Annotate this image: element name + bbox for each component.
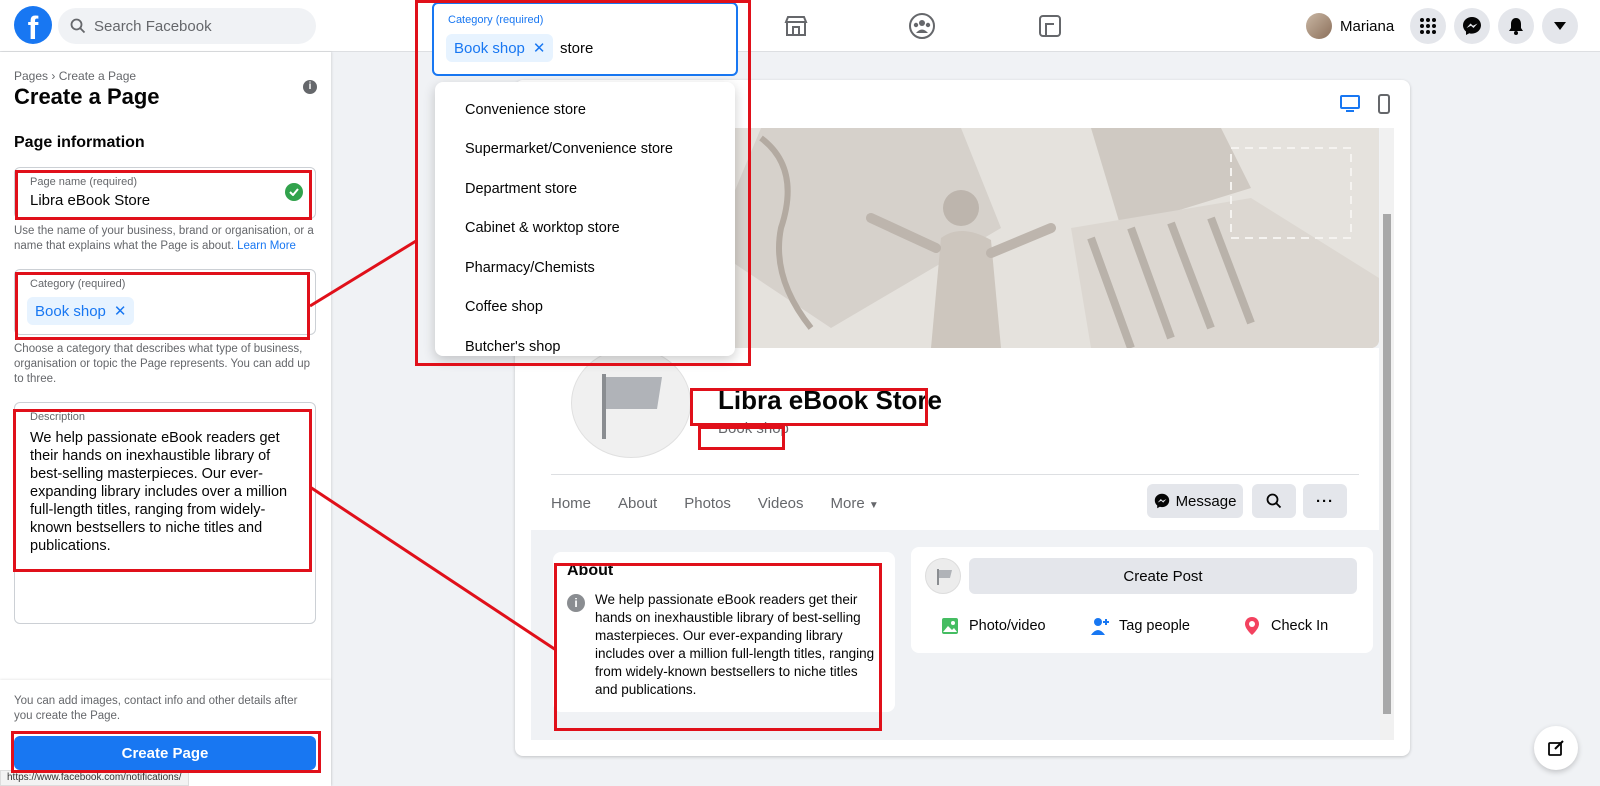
category-chip[interactable]: Book shop ✕ — [27, 297, 135, 325]
notifications-button[interactable] — [1498, 8, 1534, 44]
bell-icon — [1509, 18, 1523, 35]
description-value[interactable]: We help passionate eBook readers get the… — [30, 429, 302, 555]
suggestion-item[interactable]: Supermarket/Convenience store — [435, 130, 735, 170]
category-search-field[interactable]: Category (required) Book shop ✕ — [432, 2, 738, 76]
info-icon: i — [567, 594, 585, 612]
message-button[interactable]: Message — [1147, 484, 1243, 518]
page-profile-picture — [571, 348, 691, 458]
avatar — [925, 558, 961, 594]
category-chip-label: Book shop — [35, 302, 106, 320]
search-icon — [1266, 493, 1282, 509]
grid-menu-icon — [1420, 18, 1436, 34]
about-card: About i We help passionate eBook readers… — [553, 552, 895, 712]
preview-category: Book shop — [718, 420, 789, 437]
messenger-icon — [1463, 17, 1481, 35]
tag-people-button[interactable]: Tag people — [1089, 615, 1190, 637]
category-helper: Choose a category that describes what ty… — [14, 343, 311, 385]
page-tabs: Home About Photos Videos More ▼ — [551, 495, 906, 512]
suggestion-item[interactable]: Convenience store — [435, 90, 735, 130]
category-chip-label: Book shop — [454, 39, 525, 57]
preview-page-name: Libra eBook Store — [718, 385, 942, 415]
suggestion-item[interactable]: Pharmacy/Chemists — [435, 248, 735, 288]
create-page-button[interactable]: Create Page — [14, 736, 316, 770]
tab-videos[interactable]: Videos — [758, 495, 804, 512]
facebook-logo-icon[interactable]: f — [14, 6, 52, 44]
compose-icon — [1548, 740, 1564, 756]
photo-icon — [942, 618, 958, 634]
about-heading: About — [567, 562, 614, 579]
page-name-value[interactable]: Libra eBook Store — [30, 192, 150, 209]
menu-button[interactable] — [1410, 8, 1446, 44]
tab-more-label: More — [830, 495, 865, 512]
create-post-card: Create Post Photo/video Tag people Check… — [911, 547, 1373, 653]
desktop-preview-icon[interactable] — [1339, 94, 1361, 114]
more-options-button[interactable]: ··· — [1303, 484, 1347, 518]
description-field[interactable]: Description We help passionate eBook rea… — [14, 402, 316, 624]
profile-shortcut[interactable]: Mariana — [1306, 10, 1394, 42]
messenger-button[interactable] — [1454, 8, 1490, 44]
search-bar[interactable] — [58, 8, 316, 44]
tab-photos[interactable]: Photos — [684, 495, 731, 512]
create-post-button[interactable]: Create Post — [969, 558, 1357, 594]
category-label: Category (required) — [30, 278, 126, 290]
remove-chip-icon[interactable]: ✕ — [114, 302, 127, 320]
create-page-panel: Pages › Create a Page Create a Page i Pa… — [0, 52, 331, 786]
page-title: Create a Page — [14, 84, 160, 109]
device-toggle — [1339, 94, 1395, 114]
marketplace-icon[interactable] — [782, 12, 810, 40]
section-heading: Page information — [14, 134, 145, 151]
page-name-label: Page name (required) — [30, 176, 138, 188]
search-icon — [70, 18, 86, 34]
avatar — [1306, 13, 1332, 39]
new-message-button[interactable] — [1534, 726, 1578, 770]
breadcrumb[interactable]: Pages › Create a Page — [14, 69, 136, 83]
tag-people-label: Tag people — [1119, 618, 1190, 634]
scrollbar-thumb[interactable] — [1383, 214, 1391, 714]
tab-about[interactable]: About — [618, 495, 657, 512]
caret-down-icon: ▼ — [868, 500, 879, 511]
groups-icon[interactable] — [908, 12, 936, 40]
status-bar-url: https://www.facebook.com/notifications/ — [0, 770, 189, 786]
learn-more-link[interactable]: Learn More — [237, 240, 296, 252]
suggestion-item[interactable]: Butcher's shop — [435, 327, 735, 356]
ellipsis-icon: ··· — [1316, 492, 1334, 510]
suggestion-item[interactable]: Department store — [435, 169, 735, 209]
preview-scrollbar[interactable] — [1380, 128, 1394, 740]
description-label: Description — [30, 411, 86, 423]
page-header: Libra eBook Store Book shop Home About P… — [531, 348, 1379, 530]
suggestion-item[interactable]: Coffee shop — [435, 288, 735, 328]
info-icon[interactable]: i — [303, 80, 317, 94]
location-pin-icon — [1245, 617, 1259, 635]
check-in-label: Check In — [1271, 618, 1329, 634]
profile-name: Mariana — [1340, 17, 1395, 35]
photo-video-label: Photo/video — [969, 618, 1046, 634]
account-button[interactable] — [1542, 8, 1578, 44]
check-in-button[interactable]: Check In — [1241, 615, 1328, 637]
category-search-input[interactable] — [560, 40, 710, 57]
category-suggestions-dropdown: Convenience store Supermarket/Convenienc… — [435, 82, 735, 356]
divider — [551, 474, 1359, 475]
check-icon — [285, 183, 303, 201]
search-input[interactable] — [94, 17, 294, 35]
category-chip[interactable]: Book shop ✕ — [446, 34, 554, 62]
category-field[interactable]: Category (required) Book shop ✕ — [14, 269, 316, 335]
tab-more[interactable]: More ▼ — [831, 495, 879, 512]
page-name-helper: Use the name of your business, brand or … — [14, 225, 314, 252]
mobile-preview-icon[interactable] — [1373, 94, 1395, 114]
category-search-label: Category (required) — [448, 14, 544, 26]
footer-note: You can add images, contact info and oth… — [14, 695, 298, 722]
top-navigation-bar: f Mariana — [0, 0, 1600, 52]
photo-video-button[interactable]: Photo/video — [939, 615, 1046, 637]
tab-home[interactable]: Home — [551, 495, 591, 512]
gaming-icon[interactable] — [1036, 12, 1064, 40]
suggestion-item[interactable]: Cabinet & worktop store — [435, 209, 735, 249]
about-text: We help passionate eBook readers get the… — [595, 592, 875, 697]
caret-down-icon — [1554, 22, 1566, 30]
messenger-icon — [1154, 493, 1169, 509]
message-button-label: Message — [1175, 492, 1237, 510]
page-name-field[interactable]: Page name (required) Libra eBook Store — [14, 167, 316, 219]
page-search-button[interactable] — [1252, 484, 1296, 518]
tag-people-icon — [1091, 618, 1109, 635]
remove-chip-icon[interactable]: ✕ — [533, 39, 546, 57]
